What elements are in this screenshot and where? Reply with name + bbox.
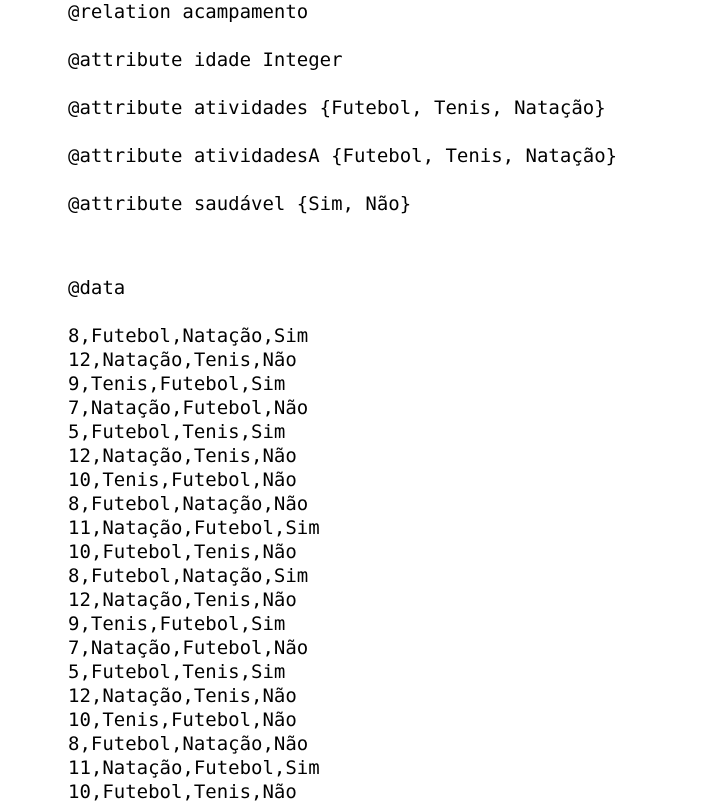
data-row: 12,Natação,Tenis,Não — [68, 445, 297, 467]
data-row: 11,Natação,Futebol,Sim — [68, 757, 320, 779]
data-row: 5,Futebol,Tenis,Sim — [68, 421, 286, 443]
data-row: 9,Tenis,Futebol,Sim — [68, 613, 286, 635]
attribute-line-atividadesA: @attribute atividadesA {Futebol, Tenis, … — [68, 145, 618, 167]
data-row: 10,Futebol,Tenis,Não — [68, 541, 297, 563]
data-row: 12,Natação,Tenis,Não — [68, 589, 297, 611]
data-row: 8,Futebol,Natação,Sim — [68, 565, 309, 587]
arff-document: @relation acampamento @attribute idade I… — [68, 0, 701, 804]
data-row: 7,Natação,Futebol,Não — [68, 397, 309, 419]
data-row: 10,Futebol,Tenis,Não — [68, 781, 297, 803]
attribute-line-atividades: @attribute atividades {Futebol, Tenis, N… — [68, 97, 606, 119]
data-row: 9,Tenis,Futebol,Sim — [68, 373, 286, 395]
data-row: 8,Futebol,Natação,Sim — [68, 325, 309, 347]
data-row: 8,Futebol,Natação,Não — [68, 733, 309, 755]
data-row: 7,Natação,Futebol,Não — [68, 637, 309, 659]
data-row: 10,Tenis,Futebol,Não — [68, 469, 297, 491]
relation-line: @relation acampamento — [68, 1, 309, 23]
data-keyword: @data — [68, 277, 126, 299]
data-row: 12,Natação,Tenis,Não — [68, 685, 297, 707]
attribute-line-idade: @attribute idade Integer — [68, 49, 343, 71]
data-row: 12,Natação,Tenis,Não — [68, 349, 297, 371]
data-row: 8,Futebol,Natação,Não — [68, 493, 309, 515]
data-row: 5,Futebol,Tenis,Sim — [68, 661, 286, 683]
attribute-line-saudavel: @attribute saudável {Sim, Não} — [68, 193, 412, 215]
data-rows: 8,Futebol,Natação,Sim 12,Natação,Tenis,N… — [68, 324, 701, 804]
arff-header: @relation acampamento @attribute idade I… — [68, 0, 701, 216]
data-row: 10,Tenis,Futebol,Não — [68, 709, 297, 731]
data-row: 11,Natação,Futebol,Sim — [68, 517, 320, 539]
